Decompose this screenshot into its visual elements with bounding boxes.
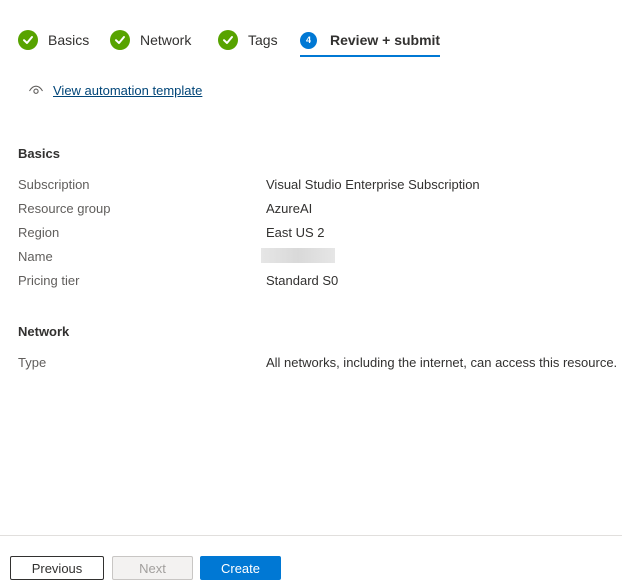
row-key: Type xyxy=(18,355,47,370)
create-button[interactable]: Create xyxy=(200,556,281,580)
network-section-title: Network xyxy=(18,324,70,339)
row-value: East US 2 xyxy=(266,225,325,240)
summary-row-name: Name xyxy=(18,248,622,267)
row-key: Region xyxy=(18,225,60,240)
previous-button[interactable]: Previous xyxy=(10,556,104,580)
eye-icon xyxy=(28,82,44,98)
step-review-submit[interactable]: 4 Review + submit xyxy=(300,29,441,57)
row-key: Name xyxy=(18,249,53,264)
row-key: Resource group xyxy=(18,201,111,216)
wizard-steps: Basics Network Tags 4 Review + submit xyxy=(18,29,622,59)
step-basics[interactable]: Basics xyxy=(18,29,89,51)
next-button[interactable]: Next xyxy=(112,556,193,580)
step-number-badge: 4 xyxy=(300,31,317,49)
checkmark-icon xyxy=(218,30,238,50)
step-label: Basics xyxy=(48,32,90,48)
summary-row-type: Type All networks, including the interne… xyxy=(18,355,622,373)
row-key: Subscription xyxy=(18,177,90,192)
redacted-name-value xyxy=(261,248,335,263)
row-value: AzureAI xyxy=(266,201,313,216)
step-network[interactable]: Network xyxy=(110,29,191,51)
step-label: Network xyxy=(140,32,192,48)
summary-row-subscription: Subscription Visual Studio Enterprise Su… xyxy=(18,177,622,195)
footer-divider xyxy=(0,535,622,536)
row-key: Pricing tier xyxy=(18,273,80,288)
summary-row-pricing-tier: Pricing tier Standard S0 xyxy=(18,273,622,291)
row-value: Standard S0 xyxy=(266,273,339,288)
basics-section-title: Basics xyxy=(18,146,60,161)
summary-row-region: Region East US 2 xyxy=(18,225,622,243)
step-label: Review + submit xyxy=(330,32,441,48)
view-automation-template-link[interactable]: View automation template xyxy=(28,82,202,98)
step-tags[interactable]: Tags xyxy=(218,29,278,51)
row-value: All networks, including the internet, ca… xyxy=(266,355,618,370)
summary-row-resource-group: Resource group AzureAI xyxy=(18,201,622,219)
step-label: Tags xyxy=(248,32,278,48)
automation-template-link-text[interactable]: View automation template xyxy=(53,83,202,98)
active-step-underline xyxy=(300,55,441,57)
checkmark-icon xyxy=(110,30,130,50)
row-value: Visual Studio Enterprise Subscription xyxy=(266,177,480,192)
checkmark-icon xyxy=(18,30,38,50)
